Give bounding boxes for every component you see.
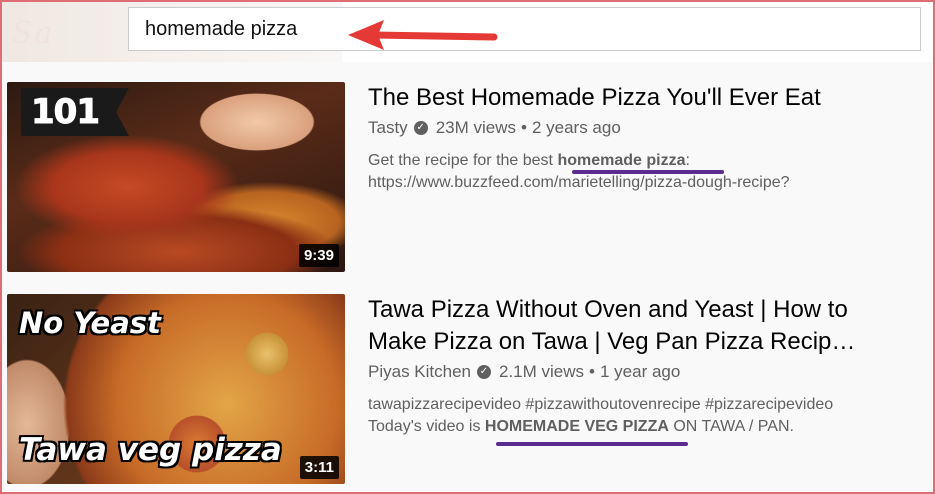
verified-check-icon: ✓ bbox=[477, 365, 491, 379]
video-info: The Best Homemade Pizza You'll Ever Eat … bbox=[368, 82, 908, 194]
thumbnail-text-top: No Yeast bbox=[19, 306, 161, 340]
desc-text: Today's video is bbox=[368, 418, 485, 435]
desc-line-2: https://www.buzzfeed.com/marietelling/pi… bbox=[368, 174, 790, 191]
desc-text: : bbox=[685, 152, 690, 169]
desc-line-1: tawapizzarecipevideo #pizzawithoutovenre… bbox=[368, 396, 834, 413]
view-count: 2.1M views bbox=[499, 362, 585, 381]
search-input[interactable] bbox=[145, 17, 920, 41]
video-duration: 9:39 bbox=[298, 244, 339, 267]
annotation-arrow-icon bbox=[348, 20, 498, 50]
video-thumbnail[interactable]: No Yeast Tawa veg pizza 3:11 bbox=[7, 294, 345, 484]
upload-age: 1 year ago bbox=[599, 362, 681, 381]
desc-text: Get the recipe for the best bbox=[368, 152, 558, 169]
title-line-2: Make Pizza on Tawa | Veg Pan Pizza Recip… bbox=[368, 328, 856, 355]
video-thumbnail[interactable]: 101 9:39 bbox=[7, 82, 345, 272]
desc-highlight: HOMEMADE VEG PIZZA bbox=[484, 418, 669, 435]
video-info: Tawa Pizza Without Oven and Yeast | How … bbox=[368, 294, 908, 438]
video-description: tawapizzarecipevideo #pizzawithoutovenre… bbox=[368, 394, 908, 438]
video-meta: Tasty ✓ 23M views • 2 years ago bbox=[368, 118, 908, 138]
top-bar: Sa bbox=[2, 2, 933, 62]
channel-name[interactable]: Piyas Kitchen bbox=[368, 362, 471, 382]
video-duration: 3:11 bbox=[299, 456, 339, 479]
desc-text: ON TAWA / PAN. bbox=[668, 418, 794, 435]
title-line-1: Tawa Pizza Without Oven and Yeast | How … bbox=[368, 296, 848, 323]
video-title[interactable]: Tawa Pizza Without Oven and Yeast | How … bbox=[368, 294, 908, 358]
annotation-underline bbox=[572, 170, 724, 174]
meta-separator: • bbox=[589, 362, 595, 381]
thumbnail-text-bottom: Tawa veg pizza bbox=[19, 432, 282, 468]
meta-separator: • bbox=[521, 118, 527, 137]
desc-highlight: homemade pizza bbox=[557, 152, 686, 169]
annotation-underline bbox=[496, 442, 688, 446]
channel-name[interactable]: Tasty bbox=[368, 118, 408, 138]
search-box[interactable] bbox=[128, 7, 921, 51]
video-title[interactable]: The Best Homemade Pizza You'll Ever Eat bbox=[368, 82, 908, 114]
view-count: 23M views bbox=[435, 118, 516, 137]
thumbnail-badge: 101 bbox=[21, 88, 129, 136]
video-meta: Piyas Kitchen ✓ 2.1M views • 1 year ago bbox=[368, 362, 908, 382]
verified-check-icon: ✓ bbox=[413, 121, 428, 135]
upload-age: 2 years ago bbox=[531, 118, 621, 137]
